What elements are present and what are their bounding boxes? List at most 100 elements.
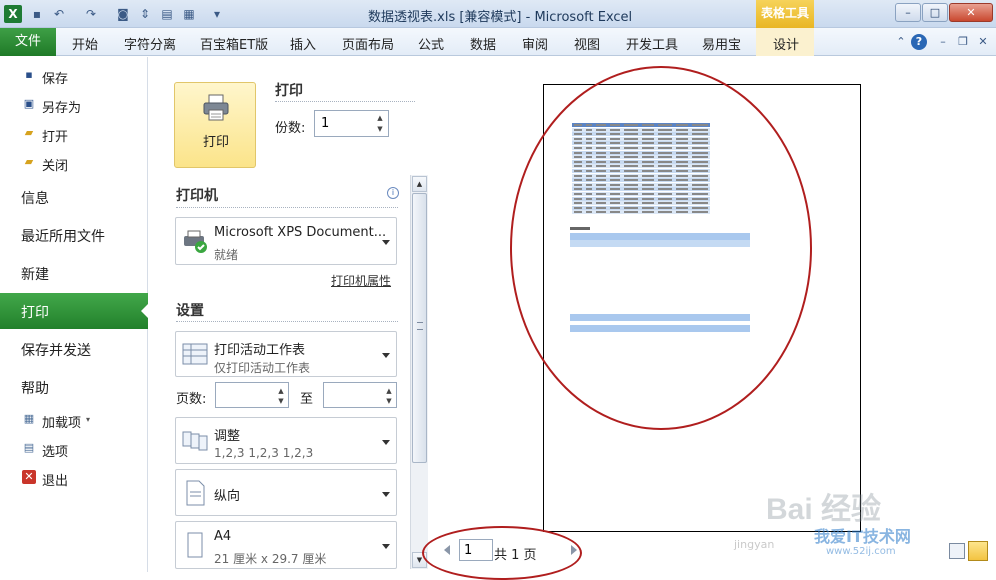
tab-formulas[interactable]: 公式 bbox=[418, 34, 444, 53]
floppy-icon: ▪ bbox=[25, 68, 33, 81]
undo-icon[interactable]: ↶ bbox=[50, 5, 68, 23]
to-label: 至 bbox=[300, 392, 314, 407]
print-scope-select[interactable]: 打印活动工作表 仅打印活动工作表 bbox=[175, 331, 397, 377]
printer-select[interactable]: Microsoft XPS Document... 就绪 bbox=[175, 217, 397, 265]
camera-icon[interactable]: ◙ bbox=[114, 5, 132, 23]
nav-info[interactable]: 信息 bbox=[0, 179, 148, 215]
dropdown-caret-icon bbox=[382, 492, 390, 497]
print-preview: jingyan Bai 经验 我爱IT技术网 www.52ij.com 共 1 … bbox=[422, 57, 996, 580]
title-bar: X ▪ ↶ ↷ ◙ ⇕ ▤ ▦ ▾ 数据透视表.xls [兼容模式] - Mic… bbox=[0, 0, 996, 28]
orientation-select[interactable]: 纵向 bbox=[175, 469, 397, 516]
print-heading: 打印 bbox=[275, 83, 303, 99]
printer-icon bbox=[203, 94, 229, 121]
scroll-up-icon[interactable]: ▲ bbox=[412, 176, 427, 192]
tab-easy-tools[interactable]: 易用宝 bbox=[702, 34, 741, 53]
paper-size-select[interactable]: A4 21 厘米 x 29.7 厘米 bbox=[175, 521, 397, 569]
watermark-site: 我爱IT技术网 bbox=[814, 527, 911, 546]
printer-ready-icon bbox=[184, 230, 207, 253]
nav-print[interactable]: 打印 bbox=[0, 293, 149, 329]
nav-new[interactable]: 新建 bbox=[0, 255, 148, 291]
collate-main: 调整 bbox=[214, 429, 241, 444]
spin-up-icon[interactable]: ▲ bbox=[276, 386, 286, 396]
print-button[interactable]: 打印 bbox=[174, 82, 256, 168]
show-margins-button[interactable] bbox=[949, 543, 965, 559]
info-icon[interactable]: i bbox=[387, 187, 399, 199]
tab-insert[interactable]: 插入 bbox=[290, 34, 316, 53]
divider bbox=[176, 207, 398, 208]
nav-recent[interactable]: 最近所用文件 bbox=[0, 217, 148, 253]
nav-help-label: 帮助 bbox=[21, 381, 49, 397]
nav-options[interactable]: ▤ 选项 bbox=[0, 436, 148, 462]
printer-properties-link[interactable]: 打印机属性 bbox=[331, 272, 391, 289]
excel-logo-icon: X bbox=[4, 5, 22, 23]
dropdown-caret-icon bbox=[382, 544, 390, 549]
dropdown-caret-icon bbox=[382, 353, 390, 358]
pages-label: 页数: bbox=[176, 392, 207, 407]
orientation-value: 纵向 bbox=[214, 489, 241, 504]
open-folder-icon: ▰ bbox=[24, 126, 34, 139]
paste-icon[interactable]: ▦ bbox=[180, 5, 198, 23]
scroll-thumb[interactable] bbox=[412, 193, 427, 463]
nav-new-label: 新建 bbox=[21, 267, 49, 283]
close-button[interactable]: ✕ bbox=[949, 3, 993, 22]
prev-page-icon[interactable] bbox=[444, 545, 450, 555]
nav-addins[interactable]: ▦ 加载项 ▾ bbox=[0, 407, 148, 433]
nav-save-as[interactable]: ▣ 另存为 bbox=[0, 92, 148, 118]
spin-up-icon[interactable]: ▲ bbox=[384, 386, 394, 396]
nav-recent-label: 最近所用文件 bbox=[21, 229, 105, 245]
spin-down-icon[interactable]: ▼ bbox=[384, 396, 394, 406]
tab-toolbox[interactable]: 百宝箱ET版 bbox=[200, 34, 268, 53]
redo-icon[interactable]: ↷ bbox=[82, 5, 100, 23]
settings-heading: 设置 bbox=[176, 303, 204, 319]
workbook-restore-icon[interactable]: ❐ bbox=[955, 34, 971, 50]
nav-open[interactable]: ▰ 打开 bbox=[0, 121, 148, 147]
collate-select[interactable]: 调整 1,2,3 1,2,3 1,2,3 bbox=[175, 417, 397, 464]
dropdown-caret-icon bbox=[382, 440, 390, 445]
printer-heading: 打印机 bbox=[176, 188, 218, 204]
tab-developer[interactable]: 开发工具 bbox=[626, 34, 678, 53]
nav-save-send[interactable]: 保存并发送 bbox=[0, 331, 148, 367]
tab-data[interactable]: 数据 bbox=[470, 34, 496, 53]
copies-down-icon[interactable]: ▼ bbox=[375, 124, 385, 134]
print-scope-main: 打印活动工作表 bbox=[214, 343, 306, 358]
form-icon[interactable]: ▤ bbox=[158, 5, 176, 23]
workbook-close-icon[interactable]: ✕ bbox=[975, 34, 991, 50]
spin-down-icon[interactable]: ▼ bbox=[276, 396, 286, 406]
maximize-button[interactable]: □ bbox=[922, 3, 948, 22]
nav-close[interactable]: ▰ 关闭 bbox=[0, 150, 148, 176]
tab-design[interactable]: 设计 bbox=[773, 34, 799, 53]
nav-save-label: 保存 bbox=[42, 72, 69, 87]
zoom-to-page-button[interactable] bbox=[968, 541, 988, 561]
workbook-minimize-icon[interactable]: – bbox=[935, 34, 951, 50]
tab-view[interactable]: 视图 bbox=[574, 34, 600, 53]
nav-open-label: 打开 bbox=[42, 130, 69, 145]
collapse-ribbon-icon[interactable]: ⌃ bbox=[893, 34, 909, 50]
backstage-nav: ▪ 保存 ▣ 另存为 ▰ 打开 ▰ 关闭 信息 最近所用文件 新建 打印 保存并… bbox=[0, 57, 149, 572]
save-as-icon: ▣ bbox=[23, 97, 35, 110]
tab-char-split[interactable]: 字符分离 bbox=[124, 34, 176, 53]
tab-home[interactable]: 开始 bbox=[72, 34, 98, 53]
help-icon[interactable]: ? bbox=[911, 34, 927, 50]
page-to-input[interactable]: ▲ ▼ bbox=[323, 382, 397, 408]
divider bbox=[275, 101, 415, 102]
printer-status: 就绪 bbox=[214, 248, 239, 262]
tab-review[interactable]: 审阅 bbox=[522, 34, 548, 53]
nav-save[interactable]: ▪ 保存 bbox=[0, 63, 148, 89]
nav-exit[interactable]: ✕ 退出 bbox=[0, 465, 148, 491]
file-tab[interactable]: 文件 bbox=[0, 28, 56, 56]
current-page-input[interactable] bbox=[459, 539, 493, 561]
settings-scrollbar[interactable]: ▲ ▼ bbox=[410, 175, 428, 569]
close-folder-icon: ▰ bbox=[24, 155, 34, 168]
tab-page-layout[interactable]: 页面布局 bbox=[342, 34, 394, 53]
page-from-input[interactable]: ▲ ▼ bbox=[215, 382, 289, 408]
page-total: 共 1 页 bbox=[494, 548, 537, 563]
sort-icon[interactable]: ⇕ bbox=[136, 5, 154, 23]
customize-qat-icon[interactable]: ▾ bbox=[208, 5, 226, 23]
next-page-icon[interactable] bbox=[571, 545, 577, 555]
paper-size-sub: 21 厘米 x 29.7 厘米 bbox=[214, 552, 327, 566]
save-icon[interactable]: ▪ bbox=[28, 5, 46, 23]
minimize-button[interactable]: – bbox=[895, 3, 921, 22]
printer-name: Microsoft XPS Document... bbox=[214, 225, 387, 240]
copies-up-icon[interactable]: ▲ bbox=[375, 113, 385, 123]
nav-help[interactable]: 帮助 bbox=[0, 369, 148, 405]
